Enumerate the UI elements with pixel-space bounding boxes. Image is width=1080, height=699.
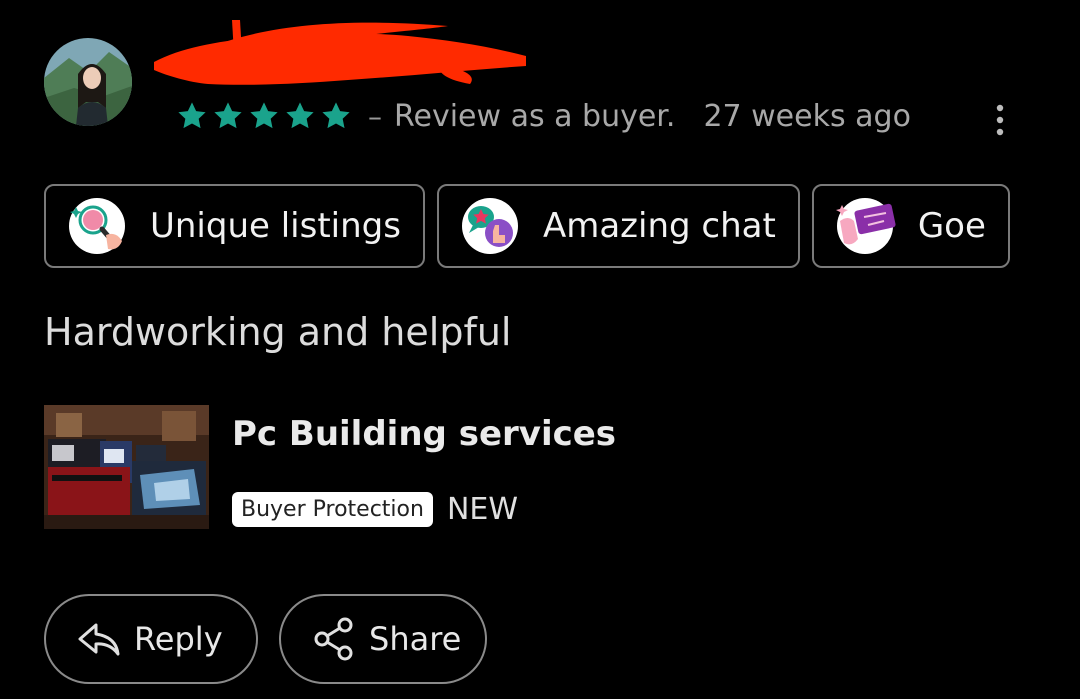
chip-label: Goe	[917, 206, 986, 246]
star-icon	[322, 102, 350, 129]
separator-dash: –	[368, 99, 382, 133]
star-icon	[178, 102, 206, 129]
star-rating	[176, 100, 352, 132]
chip-label: Unique listings	[150, 206, 401, 246]
chat-bubble-icon	[461, 198, 518, 254]
ticket-icon	[835, 198, 896, 254]
review-tags-scroller[interactable]: Unique listings Amazing chat Goe	[44, 184, 1036, 272]
star-icon	[214, 102, 242, 129]
avatar[interactable]	[44, 38, 132, 126]
share-button[interactable]: Share	[279, 594, 487, 684]
condition-label: NEW	[446, 492, 518, 527]
review-text: Hardworking and helpful	[44, 310, 512, 354]
reply-label: Reply	[134, 620, 223, 658]
kebab-menu-icon[interactable]	[984, 100, 1016, 140]
star-icon	[286, 102, 314, 129]
review-role: Review as a buyer.	[394, 98, 676, 134]
buyer-protection-badge: Buyer Protection	[232, 492, 433, 527]
chip-amazing-chat[interactable]: Amazing chat	[436, 184, 800, 268]
username-redaction	[154, 20, 526, 85]
share-nodes-icon	[314, 617, 353, 661]
listing-title[interactable]: Pc Building services	[232, 414, 616, 454]
review-time: 27 weeks ago	[703, 98, 911, 134]
reply-button[interactable]: Reply	[44, 594, 258, 684]
magnifier-icon	[69, 198, 125, 254]
chip-goes-above[interactable]: Goe	[811, 184, 1010, 268]
chip-unique-listings[interactable]: Unique listings	[44, 184, 425, 268]
share-label: Share	[369, 620, 462, 658]
star-icon	[250, 102, 278, 129]
rating-row: – Review as a buyer. 27 weeks ago	[176, 94, 911, 138]
reply-arrow-icon	[78, 623, 120, 656]
listing-thumbnail[interactable]	[44, 405, 209, 529]
chip-label: Amazing chat	[542, 206, 776, 246]
listing-photo	[44, 405, 209, 529]
review-tags: Unique listings Amazing chat Goe	[44, 184, 1036, 268]
listing-badges: Buyer Protection NEW	[232, 492, 518, 527]
avatar-photo	[44, 38, 132, 126]
